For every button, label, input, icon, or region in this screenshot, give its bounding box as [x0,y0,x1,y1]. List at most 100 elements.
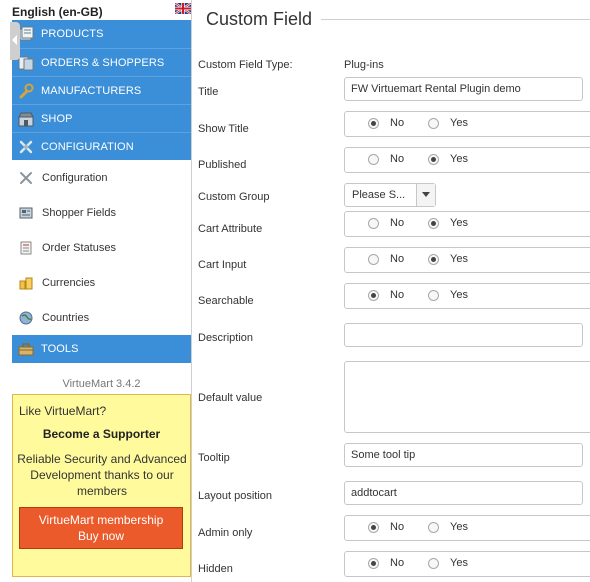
sidebar-item-tools[interactable]: TOOLS [12,335,191,363]
radio-button[interactable] [368,522,379,533]
radio-label: No [390,253,405,265]
radio-label: Yes [450,117,468,129]
orders-icon [18,56,34,70]
sidebar-item-shop[interactable]: SHOP [12,104,191,132]
promo-body: Reliable Security and Advanced Developme… [17,452,187,498]
wrench-icon [19,83,34,98]
sidebar: English (en-GB) PRODUCTS ORDERS & SHOPPE… [0,0,192,582]
published-radio-group: No Yes [344,147,590,173]
custom-group-label: Custom Group [198,191,270,203]
cart-input-label: Cart Input [198,259,247,271]
tools-icon [20,171,32,184]
sidebar-subitem-currencies[interactable]: Currencies [12,265,191,300]
page-title: Custom Field [206,9,313,29]
chevron-left-icon [12,35,17,45]
radio-button[interactable] [428,154,439,165]
membership-buy-button[interactable]: VirtueMart membership Buy now [19,507,183,549]
hidden-label: Hidden [198,563,233,575]
radio-button[interactable] [368,154,379,165]
sidebar-item-shop-label: SHOP [41,112,73,125]
sidebar-subitem-countries[interactable]: Countries [12,300,191,335]
shopper-fields-icon [19,207,33,218]
radio-label: Yes [450,557,468,569]
custom-group-selected-value: Please S... [352,189,406,201]
sidebar-subitem-order-statuses-label: Order Statuses [42,241,116,254]
description-input[interactable] [344,323,583,347]
language-label[interactable]: English (en-GB) [12,5,103,19]
sidebar-item-configuration[interactable]: CONFIGURATION [12,132,191,160]
radio-button[interactable] [368,558,379,569]
radio-button[interactable] [428,290,439,301]
sidebar-subitem-shopper-fields[interactable]: Shopper Fields [12,195,191,230]
sidebar-item-manufacturers[interactable]: MANUFACTURERS [12,76,191,104]
products-icon [19,26,34,41]
sidebar-item-configuration-label: CONFIGURATION [41,140,134,153]
sidebar-item-manufacturers-label: MANUFACTURERS [41,84,142,97]
membership-button-line1: VirtueMart membership [38,513,164,527]
radio-label: Yes [450,153,468,165]
description-label: Description [198,332,254,344]
promo-question: Like VirtueMart? [19,404,107,418]
custom-field-type-value: Plug-ins [344,59,384,71]
uk-flag-icon[interactable] [175,3,191,14]
show-title-label: Show Title [198,123,249,135]
sidebar-item-orders-shoppers[interactable]: ORDERS & SHOPPERS [12,48,191,76]
configuration-icon [19,140,33,153]
sidebar-item-tools-label: TOOLS [41,343,79,355]
sidebar-item-products[interactable]: PRODUCTS [12,20,191,48]
chevron-down-icon [422,192,430,197]
published-label: Published [198,159,247,171]
sidebar-subitem-currencies-label: Currencies [42,276,96,289]
layout-position-label: Layout position [198,490,272,502]
cart-attribute-label: Cart Attribute [198,223,263,235]
radio-label: No [390,217,405,229]
main-content: Custom Field Custom Field Type: Plug-ins… [193,0,590,582]
version-text: VirtueMart 3.4.2 [62,378,141,390]
radio-button[interactable] [428,558,439,569]
radio-button[interactable] [368,290,379,301]
order-statuses-icon [20,241,32,254]
radio-label: Yes [450,253,468,265]
radio-button[interactable] [368,118,379,129]
layout-position-input[interactable]: addtocart [344,481,583,505]
shop-icon [18,112,34,126]
title-input[interactable]: FW Virtuemart Rental Plugin demo [344,77,583,101]
admin-only-label: Admin only [198,527,253,539]
show-title-radio-group: No Yes [344,111,590,137]
sidebar-subitem-shopper-fields-label: Shopper Fields [42,206,116,219]
sidebar-item-orders-shoppers-label: ORDERS & SHOPPERS [41,56,165,69]
radio-button[interactable] [368,218,379,229]
supporter-promo-box: Like VirtueMart? Become a Supporter Reli… [12,394,191,577]
radio-button[interactable] [428,118,439,129]
tooltip-label: Tooltip [198,452,230,464]
sidebar-item-products-label: PRODUCTS [41,28,104,40]
radio-button[interactable] [428,218,439,229]
radio-label: Yes [450,521,468,533]
promo-title: Become a Supporter [42,427,161,441]
default-value-label: Default value [198,392,263,404]
tools-box-icon [18,343,34,356]
title-label: Title [198,86,219,98]
admin-only-radio-group: No Yes [344,515,590,541]
sidebar-collapse-handle[interactable] [10,22,20,60]
globe-icon [19,311,33,324]
title-divider [321,19,590,20]
sidebar-subitem-order-statuses[interactable]: Order Statuses [12,230,191,265]
custom-group-select[interactable]: Please S... [344,183,436,207]
radio-label: No [390,289,405,301]
radio-label: No [390,521,405,533]
sidebar-subitem-configuration[interactable]: Configuration [12,160,191,195]
radio-label: Yes [450,217,468,229]
radio-button[interactable] [368,254,379,265]
radio-button[interactable] [428,254,439,265]
dropdown-toggle[interactable] [416,184,435,206]
cart-input-radio-group: No Yes [344,247,590,273]
radio-label: No [390,117,405,129]
radio-button[interactable] [428,522,439,533]
searchable-label: Searchable [198,295,254,307]
default-value-textarea[interactable] [344,361,590,433]
membership-button-line2: Buy now [77,529,125,543]
sidebar-subitem-configuration-label: Configuration [42,171,108,184]
tooltip-input[interactable]: Some tool tip [344,443,583,467]
language-bar[interactable]: English (en-GB) [0,0,192,20]
